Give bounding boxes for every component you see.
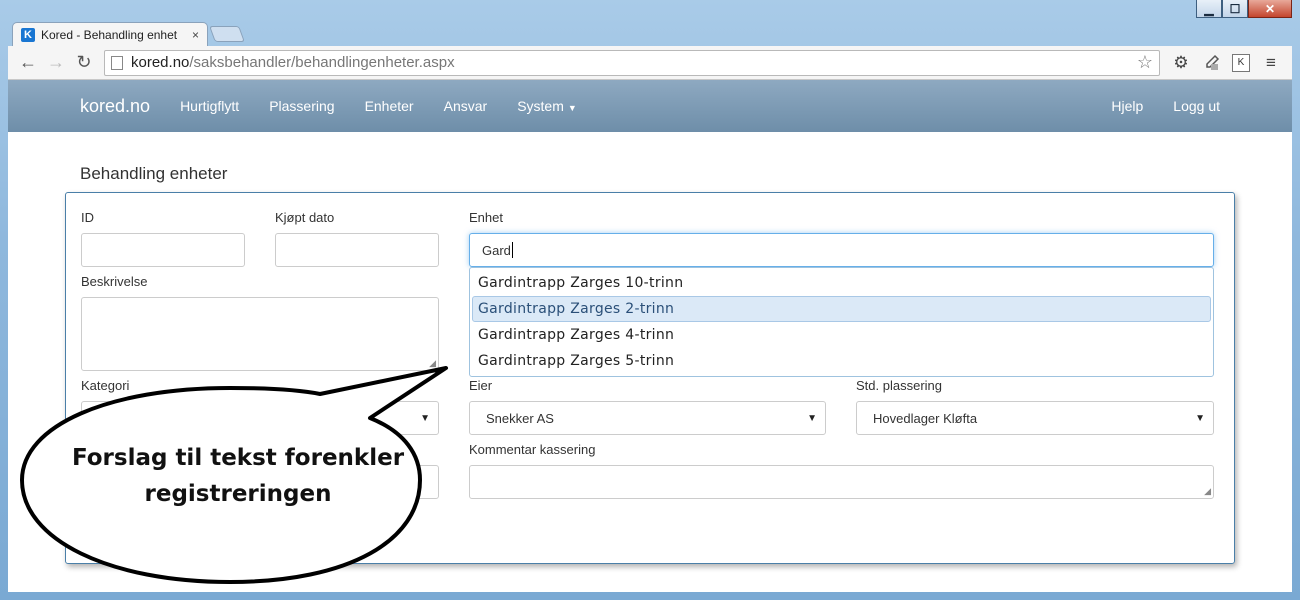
eier-label: Eier xyxy=(469,378,493,393)
callout-line-2: registreringen xyxy=(144,481,332,507)
enhet-input-value: Gard xyxy=(482,242,511,258)
menu-icon[interactable]: ≡ xyxy=(1256,50,1286,76)
resize-handle-icon[interactable]: ◢ xyxy=(1204,487,1211,496)
maximize-button[interactable]: ☐ xyxy=(1222,0,1248,18)
brand-link[interactable]: kored.no xyxy=(80,96,150,117)
beskrivelse-textarea[interactable]: ◢ xyxy=(81,297,439,371)
new-tab-button[interactable] xyxy=(209,26,245,42)
tab-kored[interactable]: K Kored - Behandling enhet × xyxy=(12,22,208,46)
back-button[interactable]: ← xyxy=(14,50,42,76)
bookmark-star-icon[interactable]: ☆ xyxy=(1137,52,1153,73)
select-arrow-icon: ▼ xyxy=(807,412,817,424)
page-icon xyxy=(111,55,123,70)
enhet-label: Enhet xyxy=(469,210,503,225)
id-field[interactable] xyxy=(81,233,245,267)
std-plassering-value: Hovedlager Kløfta xyxy=(873,410,978,426)
caret-down-icon: ▼ xyxy=(567,103,577,113)
kored-favicon-icon: K xyxy=(21,27,35,42)
kategori-select[interactable]: ▼ xyxy=(81,401,439,435)
eier-select-value: Snekker AS xyxy=(486,410,554,426)
eier-select[interactable]: Snekker AS ▼ xyxy=(469,401,826,435)
callout-text: Forslag til tekst forenkler registrering… xyxy=(48,440,428,512)
address-bar[interactable]: kored.no /saksbehandler/behandlingenhete… xyxy=(104,49,1160,76)
browser-toolbar: ← → ↻ kored.no /saksbehandler/behandling… xyxy=(8,46,1292,80)
text-cursor xyxy=(511,242,513,258)
nav-hjelp[interactable]: Hjelp xyxy=(1111,98,1143,114)
url-path: /saksbehandler/behandlingenheter.aspx xyxy=(189,54,455,71)
nav-plassering[interactable]: Plassering xyxy=(269,98,334,114)
beskrivelse-label: Beskrivelse xyxy=(81,274,148,289)
select-arrow-icon: ▼ xyxy=(420,412,430,424)
autocomplete-item[interactable]: Gardintrapp Zarges 10-trinn xyxy=(470,270,1213,296)
nav-enheter[interactable]: Enheter xyxy=(365,98,414,114)
kommentar-textarea[interactable]: ◢ xyxy=(469,465,1214,499)
kategori-label: Kategori xyxy=(81,378,130,393)
close-window-button[interactable]: ✕ xyxy=(1248,0,1292,18)
settings-gear-icon[interactable]: ⚙ xyxy=(1166,50,1196,76)
tab-strip: K Kored - Behandling enhet × xyxy=(12,20,245,46)
nav-system-dropdown[interactable]: System ▼ xyxy=(517,98,577,114)
callout-line-1: Forslag til tekst forenkler xyxy=(71,445,405,471)
window-controls: ▁ ☐ ✕ xyxy=(1196,0,1292,18)
autocomplete-item-active[interactable]: Gardintrapp Zarges 2-trinn xyxy=(472,296,1211,322)
dropper-extension-icon[interactable] xyxy=(1196,50,1226,76)
top-navbar: kored.no Hurtigflytt Plassering Enheter … xyxy=(8,80,1292,132)
reload-button[interactable]: ↻ xyxy=(70,50,98,76)
page-title: Behandling enheter xyxy=(80,164,228,183)
enhet-input[interactable]: Gard xyxy=(469,233,1214,267)
std-plassering-label: Std. plassering xyxy=(856,378,942,393)
close-tab-icon[interactable]: × xyxy=(192,28,199,42)
kommentar-label: Kommentar kassering xyxy=(469,442,596,457)
nav-system-label: System xyxy=(517,98,564,114)
nav-logg-ut[interactable]: Logg ut xyxy=(1173,98,1220,114)
id-label: ID xyxy=(81,210,94,225)
kjopt-dato-field[interactable] xyxy=(275,233,439,267)
autocomplete-item[interactable]: Gardintrapp Zarges 4-trinn xyxy=(470,322,1213,348)
nav-hurtigflytt[interactable]: Hurtigflytt xyxy=(180,98,239,114)
autocomplete-item[interactable]: Gardintrapp Zarges 5-trinn xyxy=(470,348,1213,374)
std-plassering-select[interactable]: Hovedlager Kløfta ▼ xyxy=(856,401,1214,435)
autocomplete-dropdown: Gardintrapp Zarges 10-trinn Gardintrapp … xyxy=(469,267,1214,377)
nav-ansvar[interactable]: Ansvar xyxy=(444,98,488,114)
minimize-button[interactable]: ▁ xyxy=(1196,0,1222,18)
kjopt-dato-label: Kjøpt dato xyxy=(275,210,335,225)
resize-handle-icon[interactable]: ◢ xyxy=(429,359,436,368)
kored-extension-icon[interactable]: K xyxy=(1226,50,1256,76)
select-arrow-icon: ▼ xyxy=(1195,412,1205,424)
tab-title: Kored - Behandling enhet xyxy=(41,27,178,42)
forward-button[interactable]: → xyxy=(42,50,70,76)
url-host: kored.no xyxy=(131,54,190,71)
page-content: kored.no Hurtigflytt Plassering Enheter … xyxy=(8,80,1292,592)
